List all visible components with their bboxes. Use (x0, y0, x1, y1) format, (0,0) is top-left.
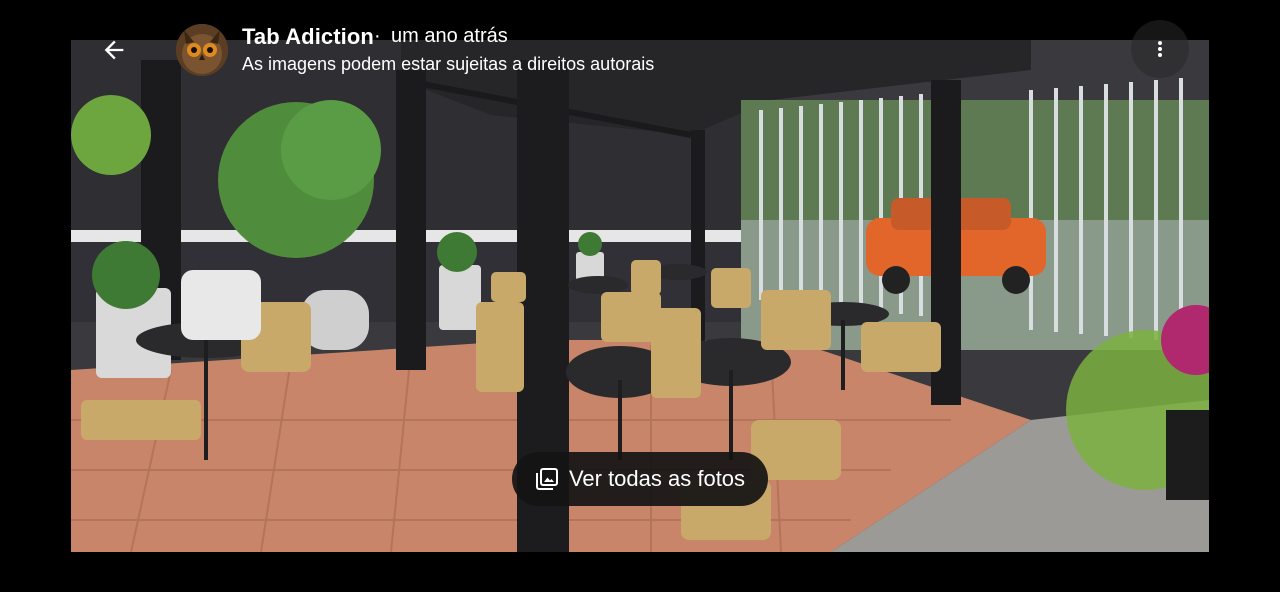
back-button[interactable] (84, 20, 144, 80)
view-all-photos-label: Ver todas as fotos (568, 466, 746, 491)
more-vert-icon (1158, 39, 1162, 59)
view-all-photos-button[interactable]: Ver todas as fotos (512, 452, 768, 506)
separator-dot: · (374, 25, 381, 47)
avatar[interactable] (176, 24, 228, 76)
author-name[interactable]: Tab Adiction (242, 24, 374, 50)
photo-viewer-header: Tab Adiction · um ano atrás As imagens p… (0, 0, 1280, 90)
post-time: um ano atrás (391, 25, 508, 47)
copyright-notice: As imagens podem estar sujeitas a direit… (242, 54, 655, 74)
owl-avatar-image (176, 24, 228, 76)
photo-library-icon (535, 468, 558, 490)
more-options-button[interactable] (1131, 20, 1189, 78)
arrow-back-icon (104, 40, 124, 60)
